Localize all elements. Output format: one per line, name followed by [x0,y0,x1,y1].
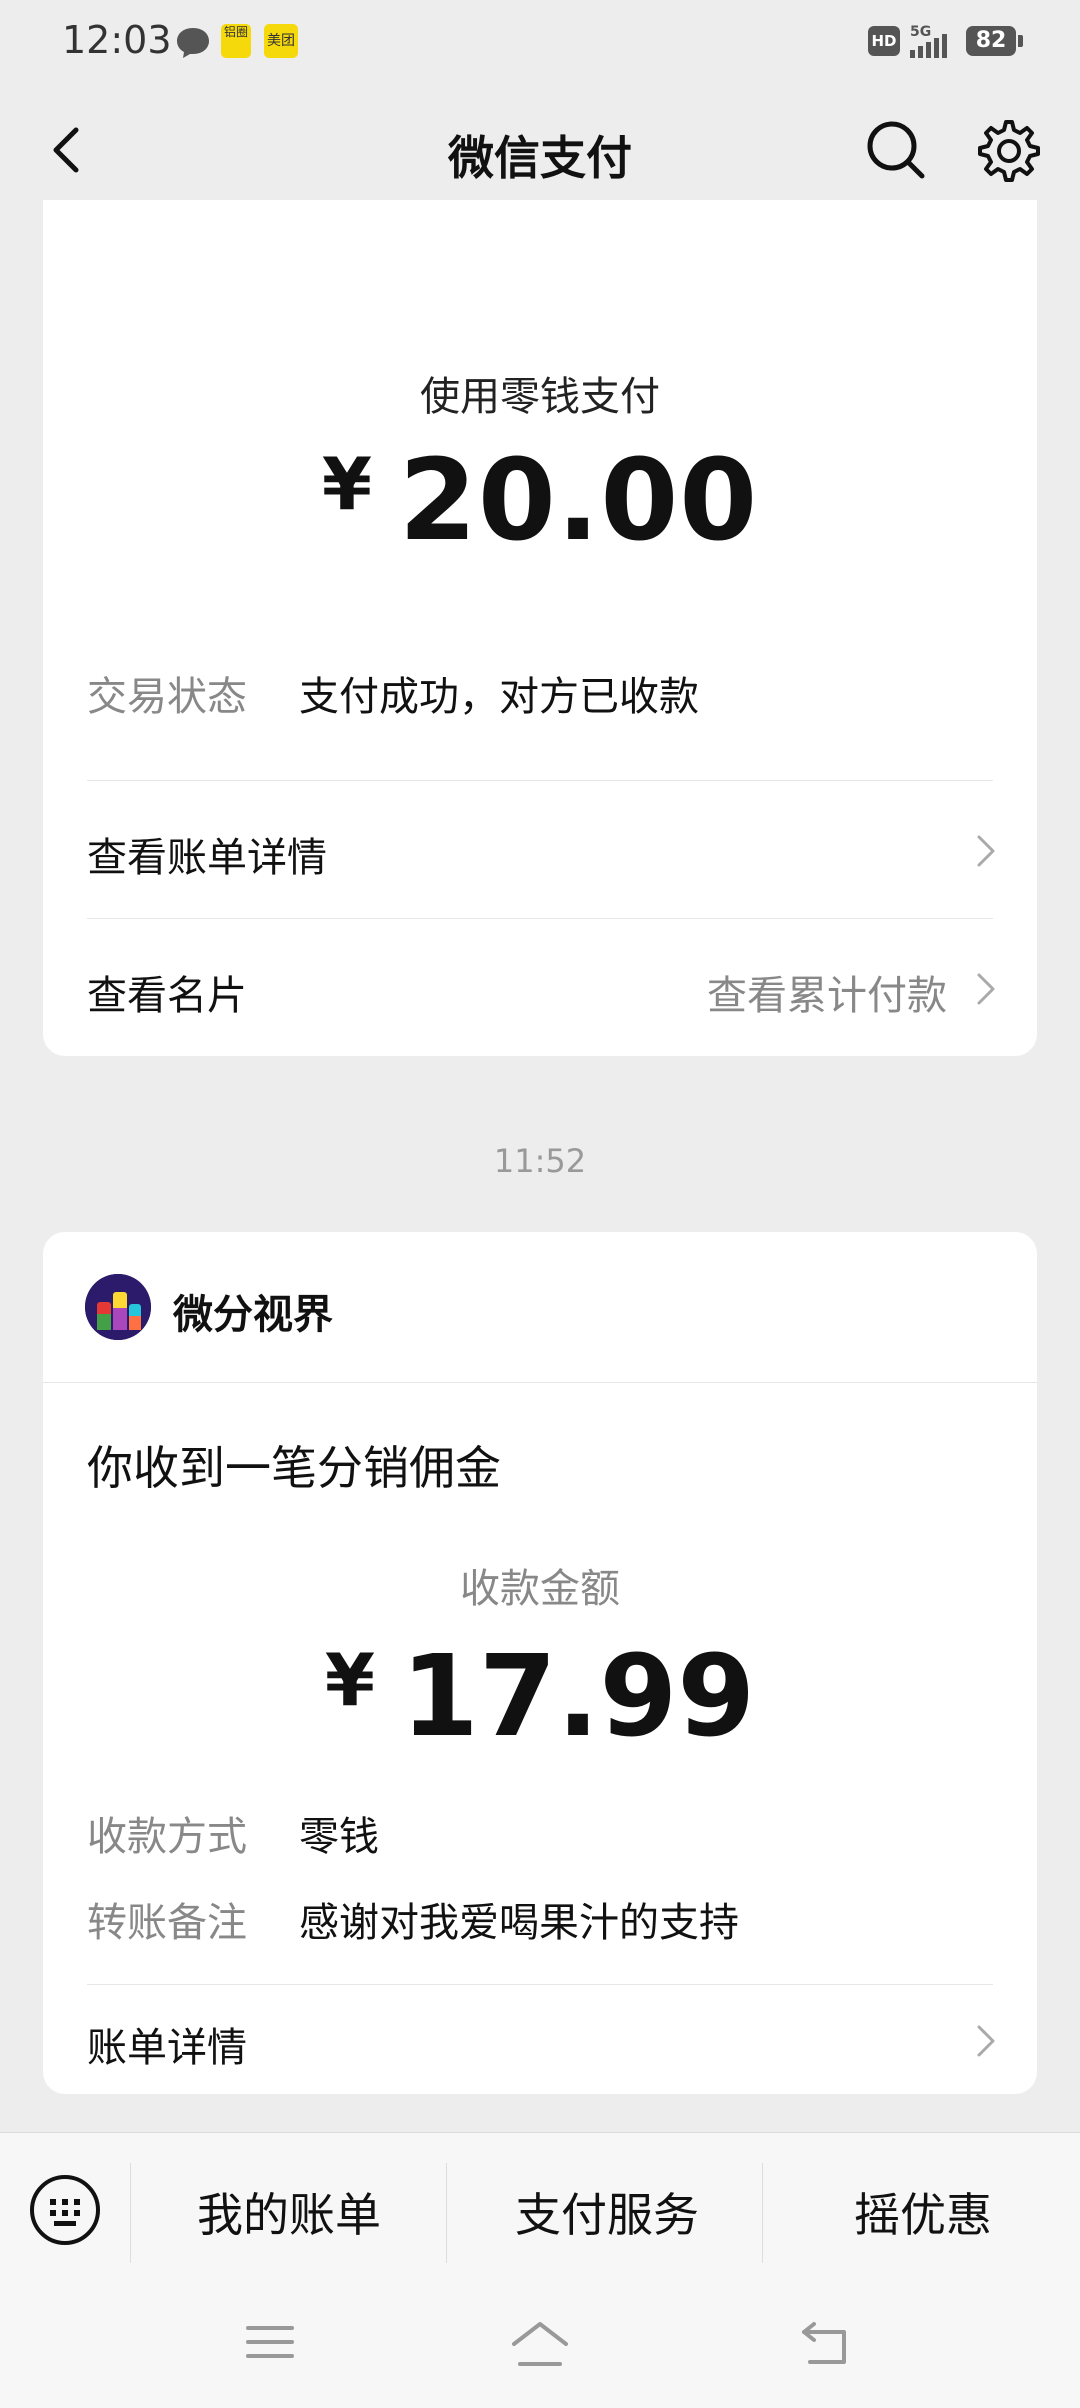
bill-detail-label: 账单详情 [87,2025,247,2071]
notice-title: 你收到一笔分销佣金 [87,1441,501,1495]
amount-label: 收款金额 [460,1566,620,1612]
view-cumulative-payment-link[interactable]: 查看累计付款 [707,963,947,1021]
nav-bar: 微信支付 [0,86,1080,214]
status-time: 12:03 [62,18,172,62]
message-timestamp: 11:52 [493,1142,587,1180]
hd-icon: HD [868,26,900,56]
merchant-name[interactable]: 微分视界 [173,1282,333,1340]
tab-my-bills[interactable]: 我的账单 [130,2179,448,2245]
search-icon[interactable] [862,116,930,184]
chevron-right-icon [977,835,995,867]
battery-icon: 82 [966,26,1023,56]
method-key: 收款方式 [87,1814,247,1860]
bottom-menu-bar: 我的账单 支付服务 摇优惠 [0,2132,1080,2281]
receipt-card: 微分视界 你收到一笔分销佣金 收款金额 ¥17.99 收款方式 零钱 转账备注 … [43,1232,1037,2094]
tab-shake-offers[interactable]: 摇优惠 [764,2179,1080,2245]
view-card-label: 查看名片 [87,973,247,1019]
merchant-avatar[interactable] [85,1274,151,1340]
divider [446,2163,447,2263]
payment-method-label: 使用零钱支付 [420,374,660,420]
view-bill-detail-row[interactable]: 查看账单详情 [43,781,1037,919]
settings-gear-icon[interactable] [970,114,1042,186]
currency-symbol: ¥ [324,1638,375,1722]
status-value: 支付成功，对方已收款 [299,674,699,720]
menu-icon[interactable] [244,2320,296,2364]
amount-value: 17.99 [400,1632,756,1762]
status-key: 交易状态 [87,674,247,720]
remark-key: 转账备注 [87,1900,247,1946]
app-notification-icon: 铝圈 [221,24,251,58]
bill-detail-row[interactable]: 账单详情 [43,1985,1037,2093]
divider [762,2163,763,2263]
method-value: 零钱 [299,1814,379,1860]
divider [43,1382,1037,1383]
view-card-row[interactable]: 查看名片 查看累计付款 [43,919,1037,1057]
status-bar: 12:03 铝圈 美团 HD 5G 82 [0,0,1080,86]
view-bill-detail-label: 查看账单详情 [87,835,327,881]
system-navigation-bar [0,2280,1080,2408]
meituan-notification-icon: 美团 [264,24,298,58]
amount-value: 20.00 [398,436,759,566]
svg-text:5G: 5G [910,24,931,40]
home-icon[interactable] [510,2320,570,2368]
payment-card: 使用零钱支付 ¥20.00 交易状态 支付成功，对方已收款 查看账单详情 查看名… [43,200,1037,1056]
currency-symbol: ¥ [321,442,373,526]
back-nav-icon[interactable] [800,2320,850,2366]
chevron-right-icon [977,973,995,1005]
remark-value: 感谢对我爱喝果汁的支持 [299,1900,739,1946]
message-icon [177,28,209,58]
tab-payment-services[interactable]: 支付服务 [448,2179,766,2245]
keyboard-icon[interactable] [28,2173,102,2247]
signal-icon: 5G [910,24,947,58]
received-amount: ¥17.99 [43,1632,1037,1762]
chevron-right-icon [977,2025,995,2057]
juice-bottles-icon [85,1274,151,1340]
payment-amount: ¥20.00 [43,436,1037,566]
